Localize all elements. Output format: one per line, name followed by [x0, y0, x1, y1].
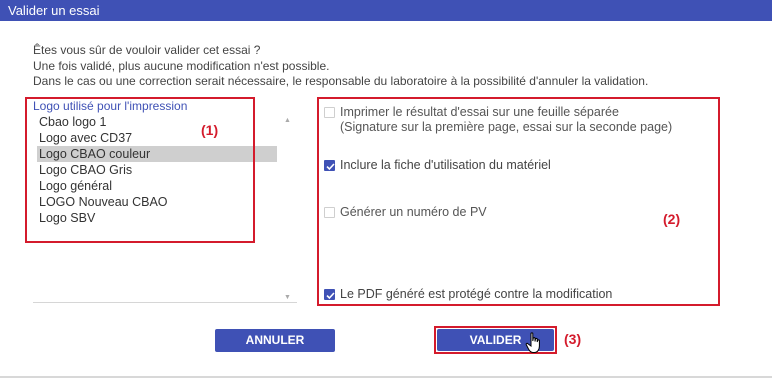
pdf-protected-label: Le PDF généré est protégé contre la modi…: [340, 287, 613, 301]
check-icon: [326, 163, 335, 171]
separate-sheet-label-2: (Signature sur la première page, essai s…: [340, 120, 673, 134]
dialog-title-bar: Valider un essai: [0, 0, 772, 21]
include-equipment-label: Inclure la fiche d'utilisation du matéri…: [340, 158, 551, 172]
check-icon: [326, 292, 335, 300]
intro-line-1: Êtes vous sûr de vouloir valider cet ess…: [33, 43, 261, 57]
generate-pv-checkbox[interactable]: [324, 207, 335, 218]
annotation-marker-1: (1): [201, 122, 219, 138]
dialog-title: Valider un essai: [8, 3, 100, 18]
intro-line-2: Une fois validé, plus aucune modificatio…: [33, 58, 330, 73]
pdf-protected-checkbox[interactable]: [324, 289, 335, 300]
annotation-box-1: [25, 97, 255, 243]
scroll-down-arrow-icon[interactable]: ▼: [284, 294, 291, 301]
include-equipment-checkbox[interactable]: [324, 160, 335, 171]
cancel-button[interactable]: ANNULER: [215, 329, 335, 352]
annotation-marker-2: (2): [663, 211, 681, 227]
generate-pv-label: Générer un numéro de PV: [340, 205, 487, 219]
separate-sheet-checkbox[interactable]: [324, 107, 335, 118]
separate-sheet-label-1: Imprimer le résultat d'essai sur une feu…: [340, 105, 619, 119]
list-divider: [33, 302, 297, 303]
intro-text: Êtes vous sûr de vouloir valider cet ess…: [33, 43, 648, 90]
list-scrollbar[interactable]: ▲ ▼: [282, 115, 294, 301]
annotation-marker-3: (3): [564, 331, 582, 347]
hand-cursor-icon: [525, 332, 540, 353]
intro-line-3: Dans le cas ou une correction serait néc…: [33, 74, 649, 88]
scroll-up-arrow-icon[interactable]: ▲: [284, 117, 291, 124]
